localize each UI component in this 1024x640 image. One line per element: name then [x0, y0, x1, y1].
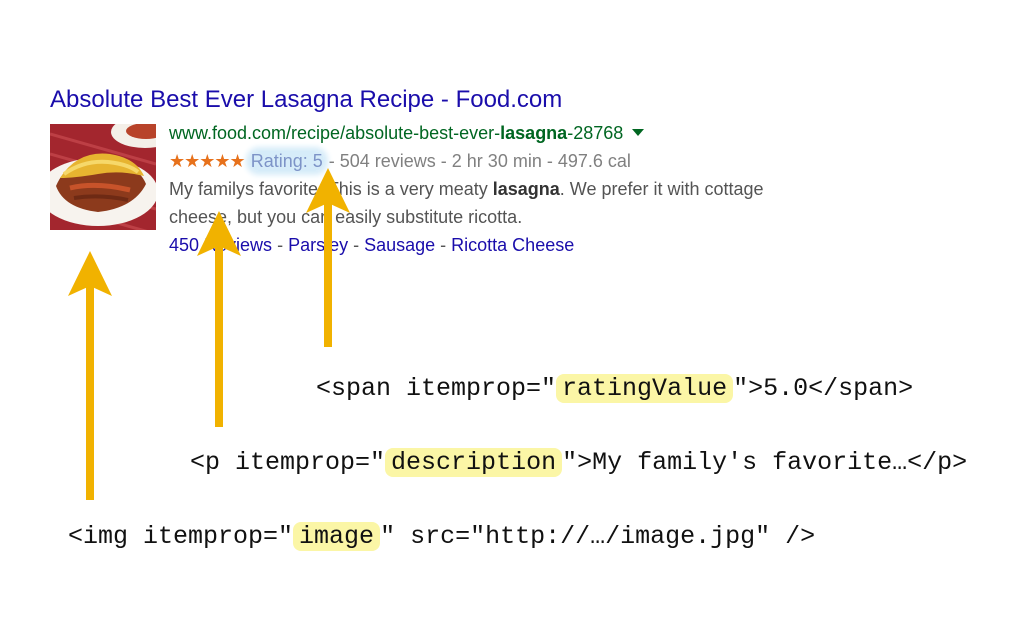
arrows-overlay [68, 168, 350, 500]
arrow-image-icon [68, 251, 112, 500]
arrow-rating-icon [306, 168, 350, 347]
arrow-description-icon [197, 211, 241, 427]
